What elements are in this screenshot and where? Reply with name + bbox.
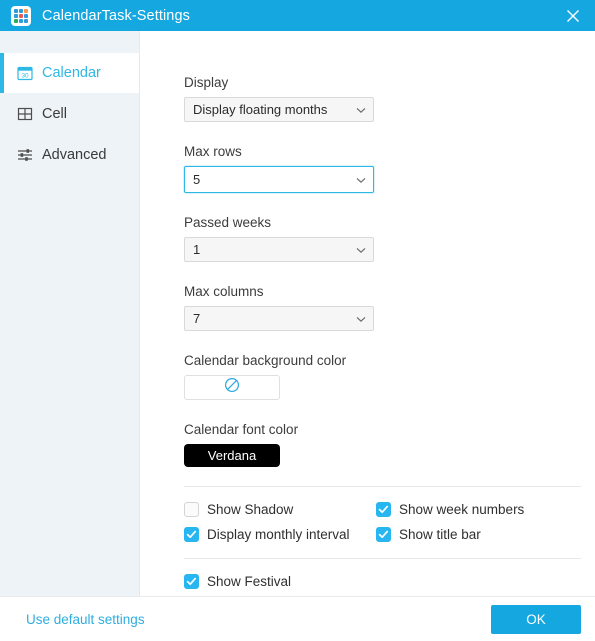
- check-icon: [378, 505, 389, 514]
- max-rows-label: Max rows: [184, 144, 242, 159]
- passed-weeks-select[interactable]: 1: [184, 237, 374, 262]
- checkbox-group: Show Shadow Show week numbers Display mo…: [184, 487, 595, 558]
- sidebar-item-label: Advanced: [42, 147, 107, 163]
- sidebar-item-advanced[interactable]: Advanced: [0, 135, 139, 175]
- checkbox-label: Show Festival: [207, 574, 292, 589]
- sidebar-item-label: Calendar: [42, 65, 101, 81]
- settings-dialog: CalendarTask-Settings 30 Calendar Cell A…: [0, 0, 595, 641]
- max-columns-select[interactable]: 7: [184, 306, 374, 331]
- checkbox-label: Show title bar: [399, 527, 481, 542]
- display-label: Display: [184, 75, 229, 90]
- max-rows-select-wrap: 5: [184, 166, 374, 193]
- calendar-icon: 30: [16, 65, 33, 82]
- checkbox-show-title-bar[interactable]: Show title bar: [376, 527, 595, 542]
- svg-text:30: 30: [21, 72, 29, 79]
- checkbox-box[interactable]: [184, 574, 199, 589]
- calendar-font-color-swatch[interactable]: Verdana: [184, 444, 280, 467]
- calendar-background-color-swatch[interactable]: [184, 375, 280, 400]
- checkbox-show-week-numbers[interactable]: Show week numbers: [376, 502, 595, 517]
- footer-bar: Use default settings OK: [0, 596, 595, 641]
- dialog-body: 30 Calendar Cell Advanced Display Displa…: [0, 31, 595, 596]
- font-name-label: Verdana: [207, 448, 257, 463]
- checkbox-label: Display monthly interval: [207, 527, 350, 542]
- max-columns-select-wrap: 7: [184, 306, 374, 331]
- festival-row: Show Festival: [184, 559, 595, 589]
- ok-button[interactable]: OK: [491, 605, 581, 634]
- checkbox-label: Show week numbers: [399, 502, 525, 517]
- checkbox-display-monthly-interval[interactable]: Display monthly interval: [184, 527, 364, 542]
- checkbox-show-shadow[interactable]: Show Shadow: [184, 502, 364, 517]
- use-default-settings-link[interactable]: Use default settings: [26, 612, 145, 627]
- checkbox-box[interactable]: [376, 502, 391, 517]
- checkbox-show-festival[interactable]: Show Festival: [184, 574, 595, 589]
- calendar-grid-icon: [11, 5, 31, 26]
- display-select[interactable]: Display floating months: [184, 97, 374, 122]
- checkbox-label: Show Shadow: [207, 502, 294, 517]
- window-title: CalendarTask-Settings: [42, 7, 190, 24]
- close-button[interactable]: [551, 0, 595, 31]
- calendar-background-color-label: Calendar background color: [184, 353, 347, 368]
- max-columns-label: Max columns: [184, 284, 264, 299]
- passed-weeks-select-wrap: 1: [184, 237, 374, 262]
- max-rows-select[interactable]: 5: [184, 166, 374, 193]
- checkbox-box[interactable]: [184, 502, 199, 517]
- close-icon: [567, 9, 579, 22]
- sliders-icon: [16, 147, 33, 164]
- check-icon: [186, 577, 197, 586]
- no-color-icon: [224, 377, 240, 398]
- title-bar: CalendarTask-Settings: [0, 0, 595, 31]
- calendar-font-color-label: Calendar font color: [184, 422, 299, 437]
- sidebar-item-calendar[interactable]: 30 Calendar: [0, 53, 139, 93]
- settings-panel: Display Display floating months Max rows…: [140, 31, 595, 596]
- sidebar-item-label: Cell: [42, 106, 67, 122]
- checkbox-box[interactable]: [376, 527, 391, 542]
- checkbox-box[interactable]: [184, 527, 199, 542]
- check-icon: [186, 530, 197, 539]
- sidebar: 30 Calendar Cell Advanced: [0, 31, 140, 596]
- display-select-wrap: Display floating months: [184, 97, 374, 122]
- sidebar-item-cell[interactable]: Cell: [0, 94, 139, 134]
- grid-icon: [16, 106, 33, 123]
- passed-weeks-label: Passed weeks: [184, 215, 272, 230]
- check-icon: [378, 530, 389, 539]
